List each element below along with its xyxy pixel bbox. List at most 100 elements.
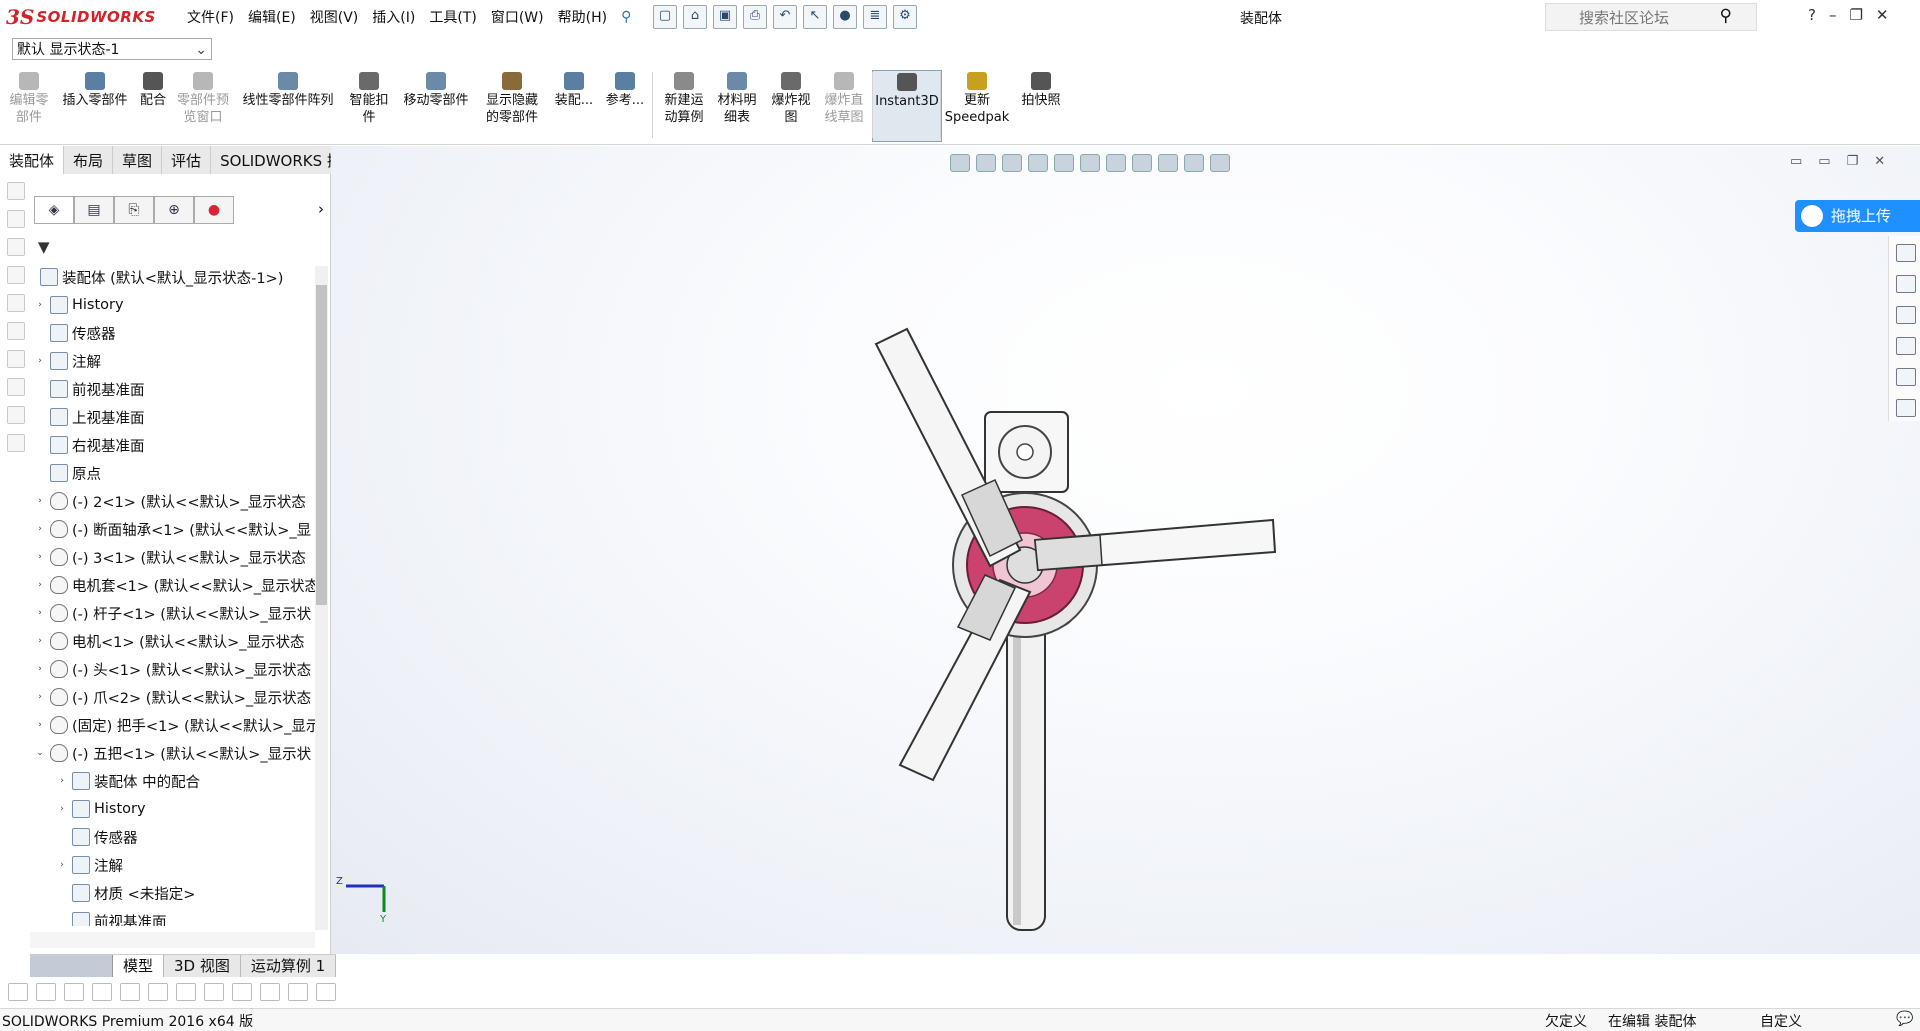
drag-upload-button[interactable]: 拖拽上传 bbox=[1795, 200, 1920, 232]
select-icon[interactable]: ↖ bbox=[803, 5, 827, 29]
tab-motion-study[interactable]: 运动算例 1 bbox=[241, 955, 337, 977]
command-2[interactable]: 配合 bbox=[136, 70, 170, 140]
save-icon[interactable]: ▣ bbox=[713, 5, 737, 29]
tree-item[interactable]: ⌄ (-) 五把<1> (默认<<默认>_显示状 bbox=[34, 742, 311, 764]
grid-icon[interactable] bbox=[288, 983, 308, 1001]
expand-chevron-icon[interactable]: › bbox=[34, 552, 46, 562]
tree-item[interactable]: › 电机<1> (默认<<默认>_显示状态 bbox=[34, 630, 305, 652]
tree-item[interactable]: › (固定) 把手<1> (默认<<默认>_显示 bbox=[34, 714, 316, 736]
previous-view-icon[interactable] bbox=[1002, 154, 1022, 172]
restore-icon[interactable]: ❐ bbox=[1849, 6, 1862, 24]
command-16[interactable]: 拍快照 bbox=[1016, 70, 1066, 140]
forum-icon[interactable] bbox=[1896, 399, 1916, 417]
tree-horizontal-scrollbar[interactable] bbox=[30, 932, 315, 948]
tool-icon[interactable] bbox=[7, 210, 25, 228]
tree-item[interactable]: › (-) 杆子<1> (默认<<默认>_显示状 bbox=[34, 602, 311, 624]
point-icon[interactable] bbox=[8, 983, 28, 1001]
tree-item[interactable]: › 装配体 中的配合 bbox=[56, 770, 200, 792]
solidworks-logo[interactable]: 3S SOLIDWORKS bbox=[6, 5, 156, 29]
tab-assembly[interactable]: 装配体 bbox=[0, 146, 65, 174]
command-5[interactable]: 智能扣 件 bbox=[344, 70, 394, 140]
corner-icon[interactable] bbox=[232, 983, 252, 1001]
display-state-select[interactable]: 默认 显示状态-1 ⌄ bbox=[12, 38, 212, 60]
file-properties-icon[interactable]: ≣ bbox=[863, 5, 887, 29]
help-icon[interactable]: ? bbox=[1808, 6, 1816, 24]
relation-icon[interactable] bbox=[316, 983, 336, 1001]
expand-chevron-icon[interactable]: › bbox=[34, 720, 46, 730]
tree-item[interactable]: › (-) 爪<2> (默认<<默认>_显示状态 bbox=[34, 686, 311, 708]
tool-icon[interactable] bbox=[7, 406, 25, 424]
tree-item[interactable]: 上视基准面 bbox=[34, 406, 145, 428]
graphics-area[interactable] bbox=[331, 146, 1920, 954]
tree-item[interactable]: 传感器 bbox=[34, 322, 116, 344]
expand-chevron-icon[interactable]: › bbox=[56, 776, 68, 786]
menu-insert[interactable]: 插入(I) bbox=[365, 7, 422, 27]
tree-item[interactable]: › (-) 3<1> (默认<<默认>_显示状态 bbox=[34, 546, 306, 568]
tool-icon[interactable] bbox=[7, 350, 25, 368]
property-manager-tab-icon[interactable]: ▤ bbox=[74, 196, 114, 224]
tree-item[interactable]: 材质 <未指定> bbox=[56, 882, 195, 904]
close-icon[interactable]: ✕ bbox=[1876, 6, 1889, 24]
panel-expand-chevron-icon[interactable]: › bbox=[318, 200, 324, 218]
model-viewport[interactable] bbox=[331, 146, 1920, 954]
tool-icon[interactable] bbox=[7, 434, 25, 452]
expand-chevron-icon[interactable]: › bbox=[34, 664, 46, 674]
command-4[interactable]: 线性零部件阵列 bbox=[236, 70, 340, 140]
apply-scene-icon[interactable] bbox=[1184, 154, 1204, 172]
minimize-icon[interactable]: – bbox=[1829, 6, 1837, 24]
expand-chevron-icon[interactable]: › bbox=[34, 692, 46, 702]
line-icon[interactable] bbox=[64, 983, 84, 1001]
expand-chevron-icon[interactable]: › bbox=[34, 300, 46, 310]
command-0[interactable]: 编辑零 部件 bbox=[4, 70, 54, 140]
new-document-icon[interactable]: ▢ bbox=[653, 5, 677, 29]
viewport-close-icon[interactable]: ✕ bbox=[1874, 154, 1885, 169]
chat-icon[interactable]: 💬 bbox=[1896, 1011, 1913, 1027]
tree-item[interactable]: › 注解 bbox=[34, 350, 101, 372]
filter-icon[interactable]: ▼ bbox=[38, 238, 50, 256]
tree-item[interactable]: › 注解 bbox=[56, 854, 123, 876]
trim-icon[interactable] bbox=[120, 983, 140, 1001]
command-14[interactable]: Instant3D bbox=[872, 70, 942, 142]
tool-icon[interactable] bbox=[7, 322, 25, 340]
search-input[interactable]: 搜索社区论坛 ⚲ bbox=[1545, 3, 1757, 31]
command-8[interactable]: 装配... bbox=[550, 70, 598, 140]
menu-tools[interactable]: 工具(T) bbox=[422, 7, 483, 27]
display-manager-tab-icon[interactable]: ● bbox=[194, 196, 234, 224]
file-explorer-icon[interactable] bbox=[1896, 306, 1916, 324]
expand-chevron-icon[interactable]: › bbox=[34, 496, 46, 506]
options-gear-icon[interactable]: ⚙ bbox=[893, 5, 917, 29]
design-library-icon[interactable] bbox=[1896, 275, 1916, 293]
command-15[interactable]: 更新 Speedpak bbox=[944, 70, 1010, 140]
circle-icon[interactable] bbox=[36, 983, 56, 1001]
construction-icon[interactable] bbox=[204, 983, 224, 1001]
command-6[interactable]: 移动零部件 bbox=[396, 70, 476, 140]
viewport-minimize-icon[interactable]: ▭ bbox=[1790, 154, 1802, 169]
custom-properties-icon[interactable] bbox=[1896, 368, 1916, 386]
tree-item[interactable]: › 电机套<1> (默认<<默认>_显示状态 bbox=[34, 574, 316, 596]
expand-chevron-icon[interactable]: › bbox=[34, 608, 46, 618]
display-style-icon[interactable] bbox=[1106, 154, 1126, 172]
tree-item[interactable]: 前视基准面 bbox=[56, 910, 167, 926]
tool-icon[interactable] bbox=[7, 266, 25, 284]
tab-navigation-arrows[interactable] bbox=[30, 955, 113, 977]
tool-icon[interactable] bbox=[7, 182, 25, 200]
command-13[interactable]: 爆炸直 线草图 bbox=[818, 70, 870, 140]
configuration-manager-tab-icon[interactable]: ⎘ bbox=[114, 196, 154, 224]
arc-icon[interactable] bbox=[148, 983, 168, 1001]
tree-scrollbar-thumb[interactable] bbox=[316, 285, 327, 605]
tool-icon[interactable] bbox=[7, 378, 25, 396]
tree-item[interactable]: 原点 bbox=[34, 462, 101, 484]
tree-item[interactable]: 前视基准面 bbox=[34, 378, 145, 400]
viewport-restore-icon[interactable]: ❐ bbox=[1847, 154, 1859, 169]
hide-show-icon[interactable] bbox=[1132, 154, 1152, 172]
feature-tree-tab-icon[interactable]: ◈ bbox=[34, 196, 74, 224]
viewport-tile-icon[interactable]: ▭ bbox=[1818, 154, 1830, 169]
ellipse-icon[interactable] bbox=[92, 983, 112, 1001]
expand-chevron-icon[interactable]: › bbox=[34, 524, 46, 534]
tab-evaluate[interactable]: 评估 bbox=[162, 146, 212, 174]
tree-item[interactable]: 右视基准面 bbox=[34, 434, 145, 456]
pin-icon[interactable]: ⚲ bbox=[614, 9, 638, 25]
menu-window[interactable]: 窗口(W) bbox=[484, 7, 551, 27]
tree-item[interactable]: › History bbox=[56, 798, 146, 820]
undo-icon[interactable]: ↶ bbox=[773, 5, 797, 29]
